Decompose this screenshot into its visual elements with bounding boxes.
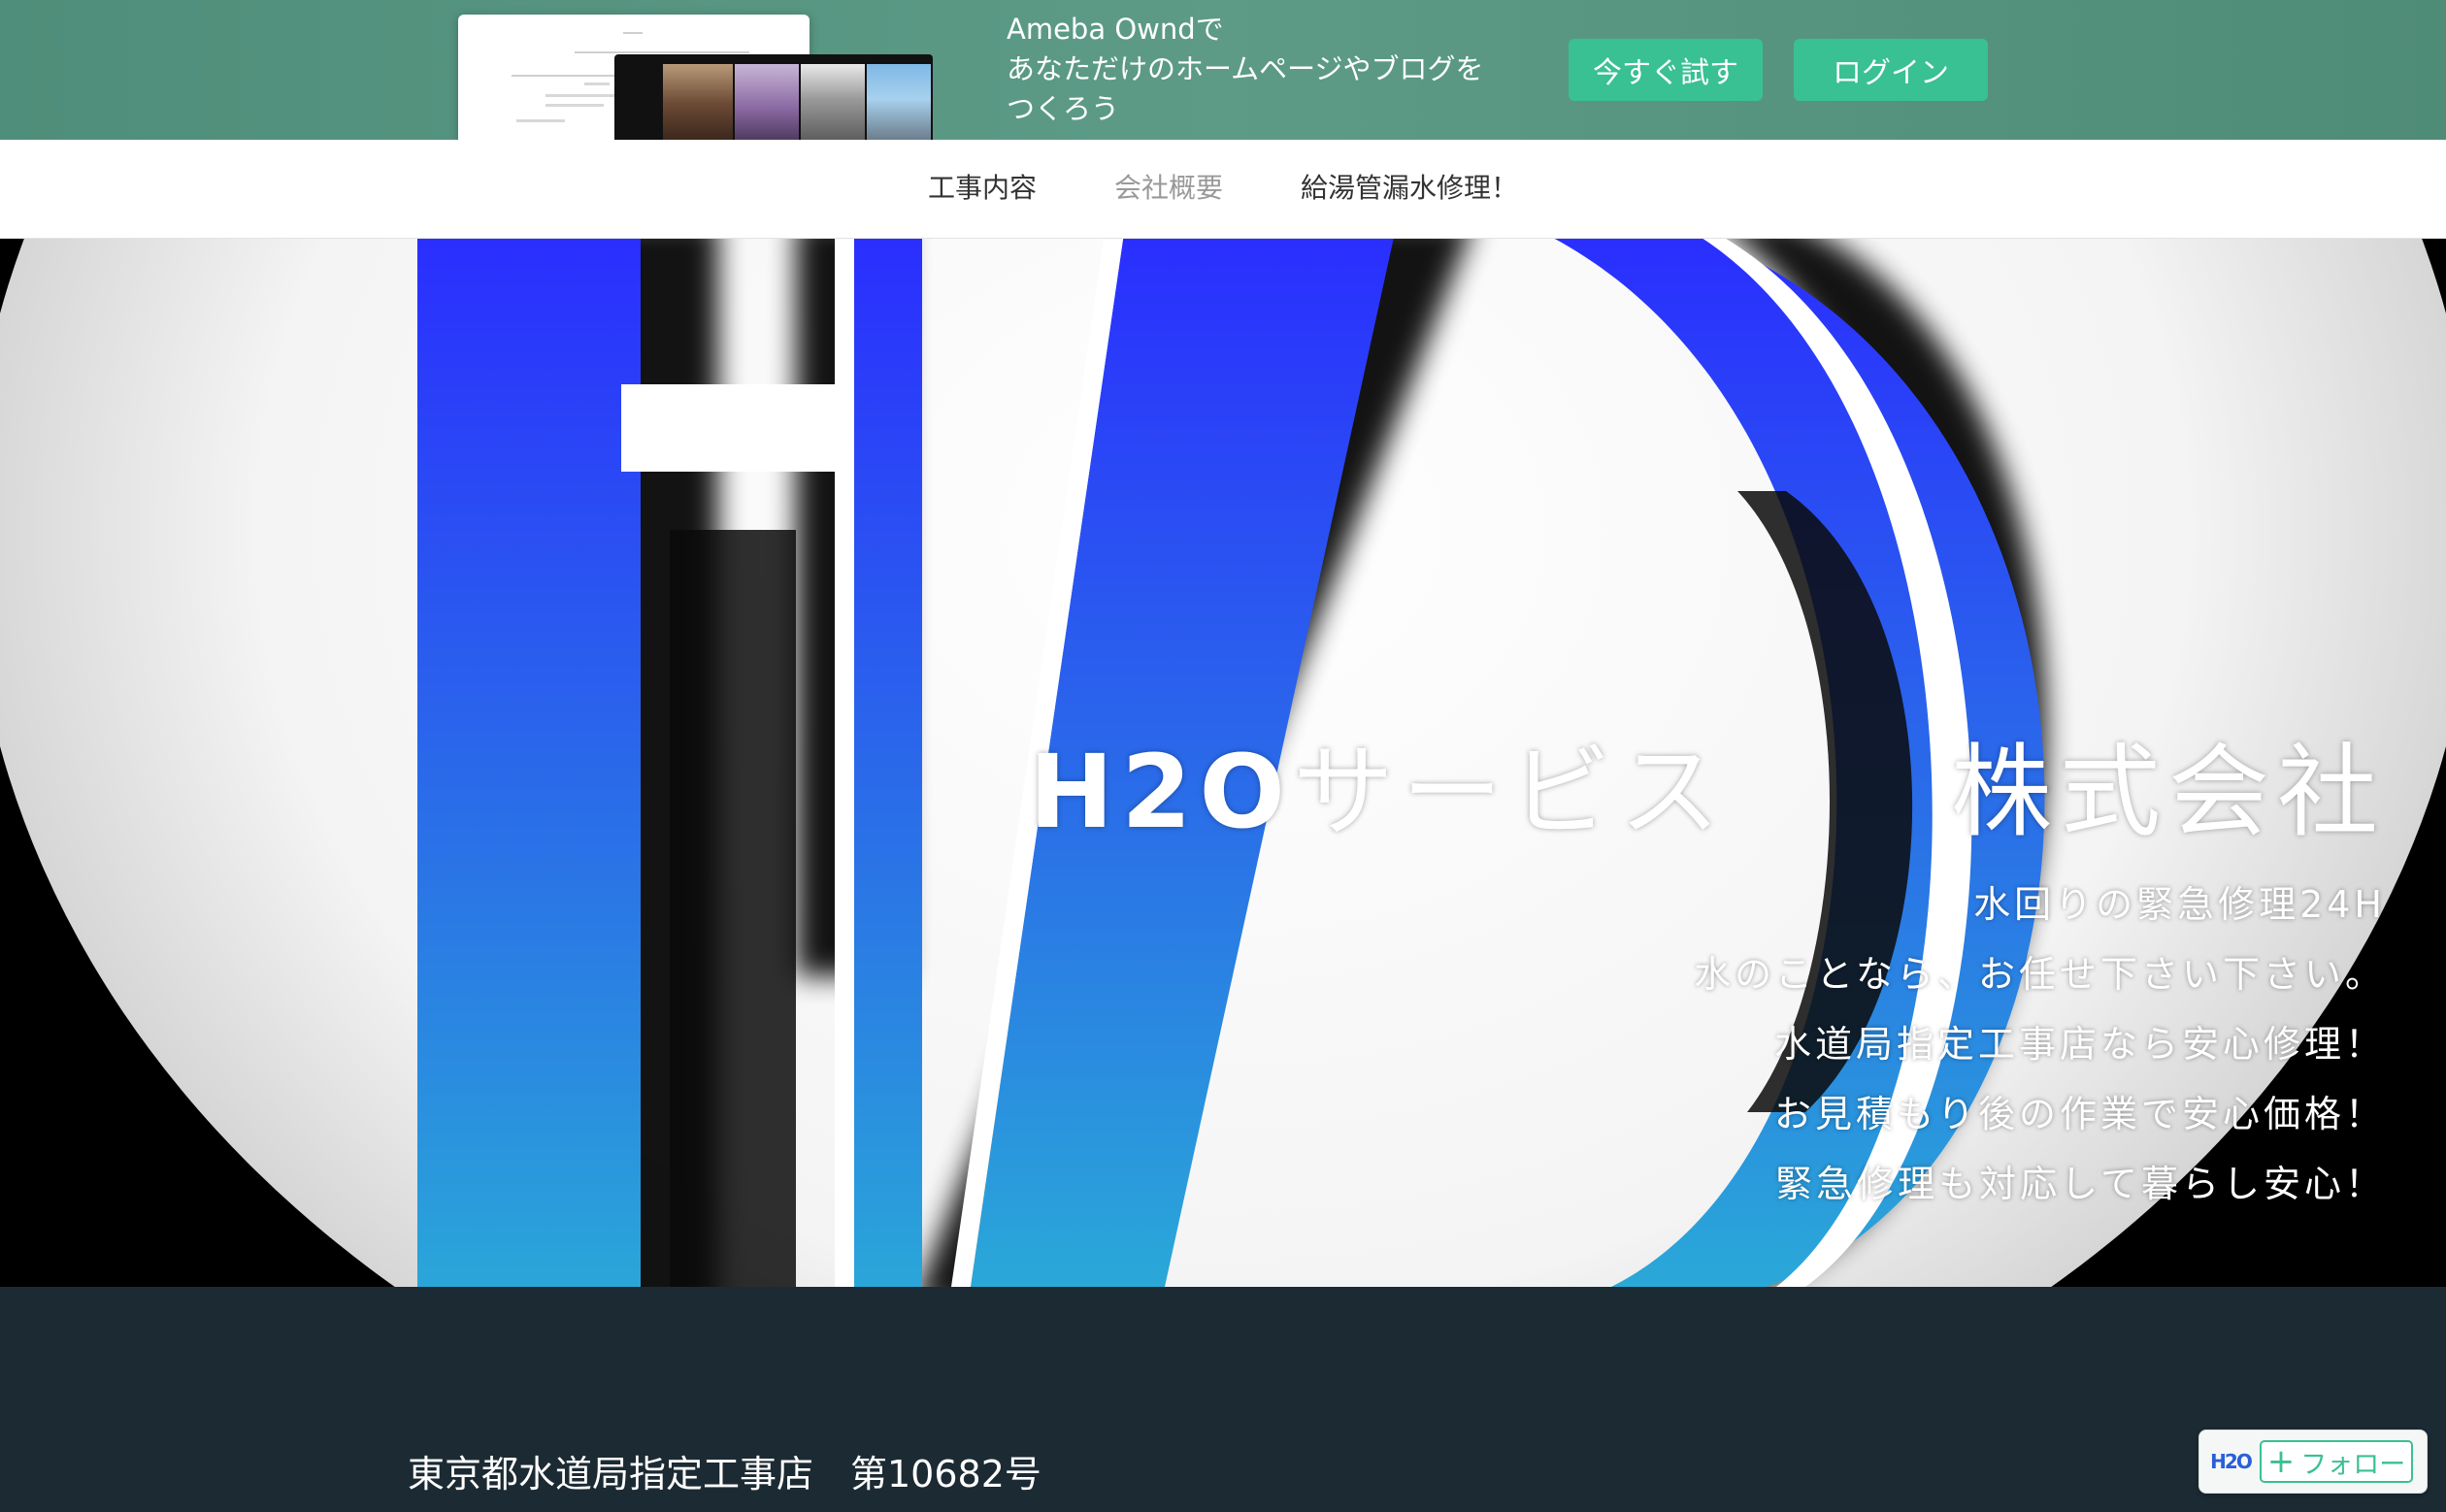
hero-tagline: 緊急修理も対応して暮らし安心！ [1775,1163,2386,1205]
follow-widget: H2O + フォロー [2198,1430,2428,1494]
preview-thumbnail [735,64,799,140]
hero-tagline: 水道局指定工事店なら安心修理！ [1773,1023,2386,1066]
nav-item-company-profile[interactable]: 会社概要 [1114,167,1223,210]
hero-title: H2Oサービス 株式会社 [1029,734,2386,850]
nav-item-water-leak-repair[interactable]: 給湯管漏水修理！ [1301,167,1518,210]
try-now-button[interactable]: 今すぐ試す [1569,39,1763,101]
promo-line-3: つくろう [1007,92,1120,125]
hero-title-company: 株式会社 [1950,733,2386,851]
hero-title-kana: サービス [1292,733,1728,851]
hero-title-latin: H2O [1029,733,1293,851]
preview-thumbnail [663,64,733,140]
promo-line-2: あなただけのホームページやブログを [1007,52,1484,85]
login-button[interactable]: ログイン [1794,39,1988,101]
hero-tagline: お見積もり後の作業で安心価格！ [1773,1093,2386,1135]
follow-button[interactable]: + フォロー [2260,1440,2413,1483]
promo-message: Ameba Owndで あなただけのホームページやブログを つくろう [1007,10,1550,129]
site-logo-icon[interactable]: H2O [2210,1444,2253,1479]
nav-item-construction[interactable]: 工事内容 [928,167,1037,210]
info-section: 東京都水道局指定工事店 第10682号 [0,1287,2446,1512]
hero-taglines: 水回りの緊急修理24H 水のことなら、お任せ下さい下さい。 水道局指定工事店なら… [1512,870,2386,1219]
promo-line-1: Ameba Owndで [1007,13,1224,46]
promo-banner: Ameba Owndで あなただけのホームページやブログを つくろう 今すぐ試す… [0,0,2446,140]
hero-tagline: 水のことなら、お任せ下さい下さい。 [1694,953,2386,996]
plus-icon: + [2266,1442,2296,1481]
promo-preview-gallery [614,54,933,140]
site-navigation: 工事内容 会社概要 給湯管漏水修理！ [0,140,2446,239]
registration-number: 東京都水道局指定工事店 第10682号 [408,1453,1041,1496]
hero-section: H2Oサービス 株式会社 水回りの緊急修理24H 水のことなら、お任せ下さい下さい… [0,239,2446,1287]
follow-label: フォロー [2300,1449,2406,1480]
preview-thumbnail [867,64,931,140]
preview-thumbnail [801,64,865,140]
hero-tagline: 水回りの緊急修理24H [1973,883,2386,926]
